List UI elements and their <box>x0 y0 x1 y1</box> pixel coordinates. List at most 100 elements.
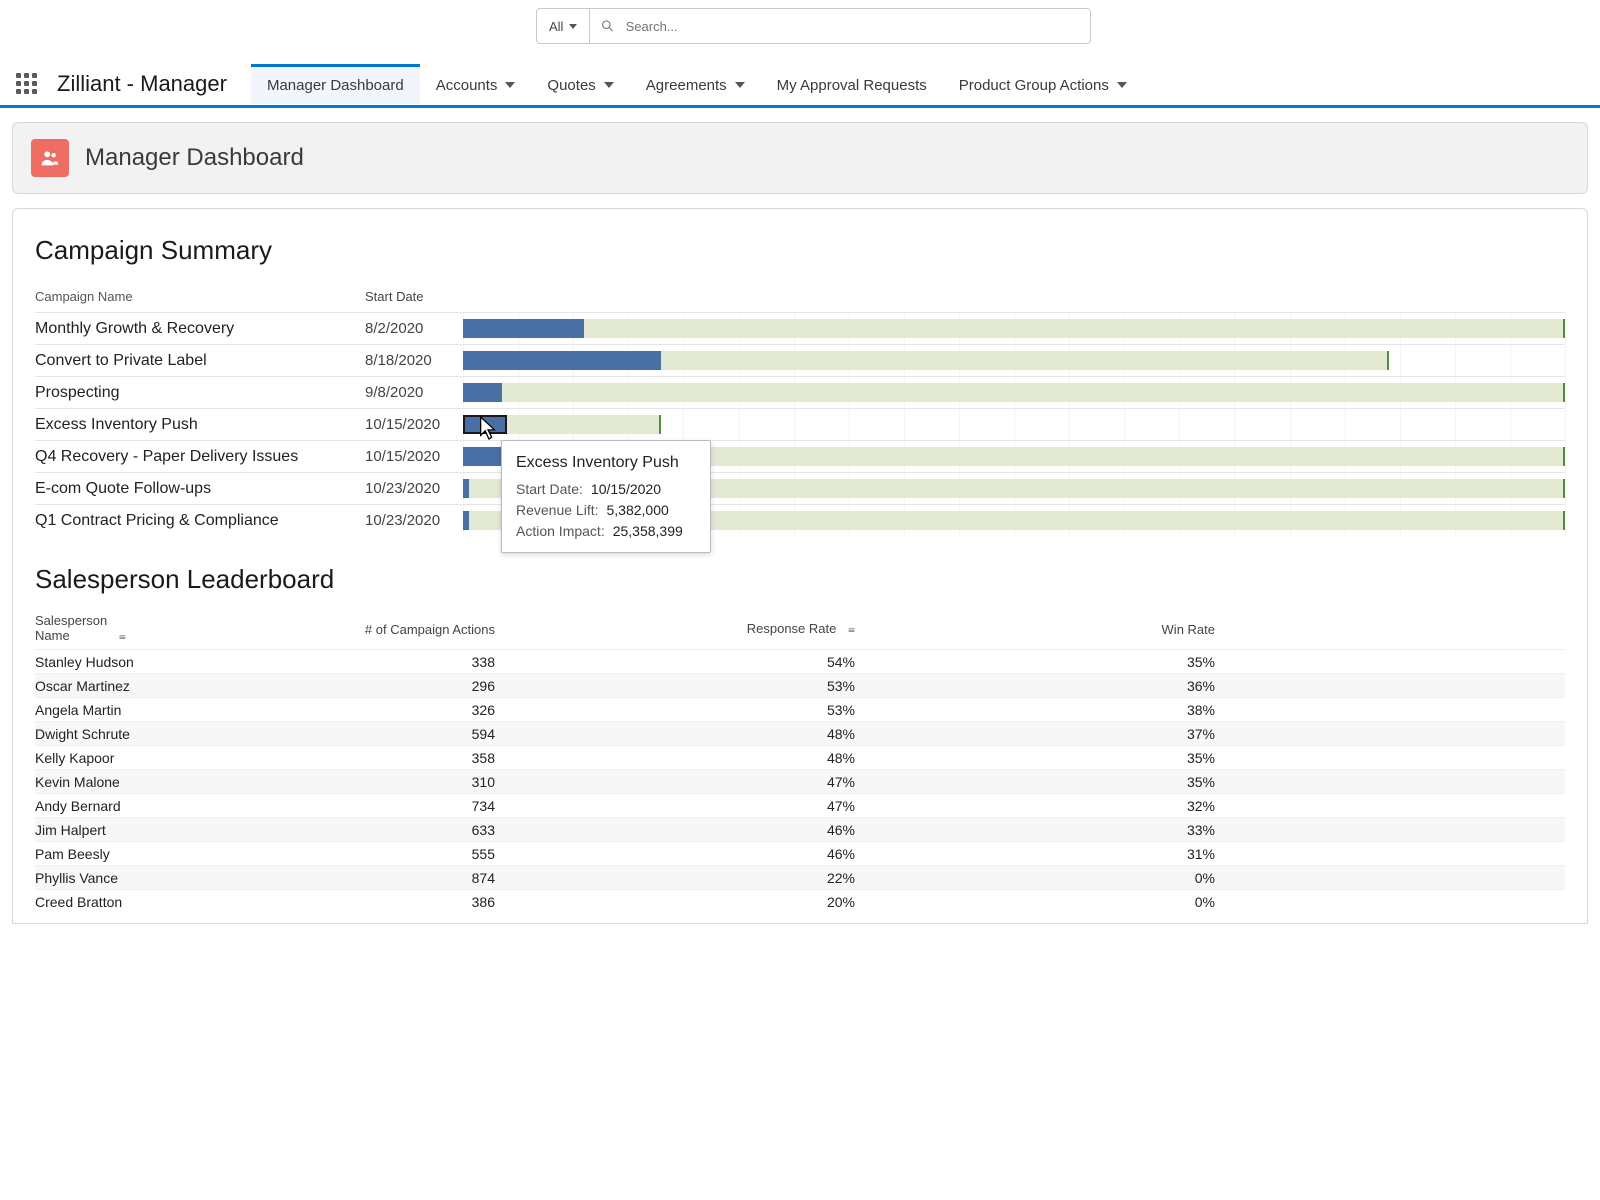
win-rate: 33% <box>915 822 1235 838</box>
campaign-row[interactable]: E-com Quote Follow-ups10/23/2020 <box>35 472 1565 504</box>
campaign-date: 10/15/2020 <box>365 416 463 433</box>
campaign-actions-count: 874 <box>335 870 595 886</box>
campaign-actions-count: 734 <box>335 798 595 814</box>
campaign-bar[interactable] <box>463 345 1565 376</box>
campaign-actions-count: 555 <box>335 846 595 862</box>
col-response-rate[interactable]: Response Rate <box>595 621 915 637</box>
nav-tab-manager-dashboard[interactable]: Manager Dashboard <box>251 64 420 104</box>
campaign-row[interactable]: Q1 Contract Pricing & Compliance10/23/20… <box>35 504 1565 536</box>
campaign-name: Prospecting <box>35 384 365 402</box>
win-rate: 35% <box>915 774 1235 790</box>
campaign-name: Monthly Growth & Recovery <box>35 320 365 338</box>
tooltip-title: Excess Inventory Push <box>516 451 696 475</box>
win-rate: 0% <box>915 894 1235 910</box>
col-win-rate[interactable]: Win Rate <box>915 622 1235 637</box>
nav-tab-my-approval-requests[interactable]: My Approval Requests <box>761 64 943 104</box>
campaign-tooltip: Excess Inventory Push Start Date:10/15/2… <box>501 440 711 553</box>
salesperson-name: Stanley Hudson <box>35 654 335 670</box>
salesperson-name: Kevin Malone <box>35 774 335 790</box>
app-title: Zilliant - Manager <box>57 71 227 97</box>
nav-tab-agreements[interactable]: Agreements <box>630 64 761 104</box>
leaderboard-row[interactable]: Phyllis Vance87422%0% <box>35 865 1565 889</box>
campaign-actions-count: 594 <box>335 726 595 742</box>
leaderboard-row[interactable]: Kelly Kapoor35848%35% <box>35 745 1565 769</box>
chevron-down-icon <box>505 82 515 88</box>
campaign-header-row: Campaign Name Start Date <box>35 280 1565 312</box>
win-rate: 31% <box>915 846 1235 862</box>
salesperson-name: Creed Bratton <box>35 894 335 910</box>
chevron-down-icon <box>735 82 745 88</box>
nav-tab-accounts[interactable]: Accounts <box>420 64 532 104</box>
leaderboard-row[interactable]: Angela Martin32653%38% <box>35 697 1565 721</box>
leaderboard-row[interactable]: Pam Beesly55546%31% <box>35 841 1565 865</box>
col-header-name[interactable]: Campaign Name <box>35 289 365 304</box>
win-rate: 36% <box>915 678 1235 694</box>
campaign-row[interactable]: Prospecting9/8/2020 <box>35 376 1565 408</box>
tooltip-row: Start Date:10/15/2020 <box>516 479 696 500</box>
bar-fill <box>463 319 584 338</box>
col-header-date[interactable]: Start Date <box>365 289 463 304</box>
response-rate: 48% <box>595 726 915 742</box>
win-rate: 38% <box>915 702 1235 718</box>
people-icon <box>31 139 69 177</box>
col-salesperson-name[interactable]: Salesperson Name <box>35 614 335 643</box>
col-campaign-actions[interactable]: # of Campaign Actions <box>335 622 595 637</box>
search-input[interactable] <box>626 19 1081 34</box>
win-rate: 35% <box>915 750 1235 766</box>
nav-tab-product-group-actions[interactable]: Product Group Actions <box>943 64 1143 104</box>
campaign-actions-count: 358 <box>335 750 595 766</box>
salesperson-name: Angela Martin <box>35 702 335 718</box>
campaign-bar[interactable] <box>463 313 1565 344</box>
tooltip-row: Action Impact:25,358,399 <box>516 521 696 542</box>
response-rate: 46% <box>595 822 915 838</box>
search-scope-label: All <box>549 19 563 34</box>
search-icon <box>600 18 615 34</box>
global-search: All <box>536 8 1091 44</box>
bar-track <box>463 319 1565 338</box>
leaderboard-row[interactable]: Kevin Malone31047%35% <box>35 769 1565 793</box>
leaderboard-row[interactable]: Stanley Hudson33854%35% <box>35 649 1565 673</box>
app-launcher-icon[interactable] <box>16 73 37 94</box>
campaign-actions-count: 633 <box>335 822 595 838</box>
sort-icon <box>119 629 126 644</box>
win-rate: 35% <box>915 654 1235 670</box>
leaderboard-header: Salesperson Name # of Campaign Actions R… <box>35 609 1565 649</box>
campaign-bar[interactable] <box>463 377 1565 408</box>
leaderboard-row[interactable]: Oscar Martinez29653%36% <box>35 673 1565 697</box>
campaign-summary-title: Campaign Summary <box>35 235 1565 266</box>
leaderboard-row[interactable]: Jim Halpert63346%33% <box>35 817 1565 841</box>
top-bar: All <box>0 0 1600 44</box>
chevron-down-icon <box>569 24 577 29</box>
campaign-actions-count: 326 <box>335 702 595 718</box>
leaderboard-title: Salesperson Leaderboard <box>35 564 1565 595</box>
response-rate: 20% <box>595 894 915 910</box>
salesperson-name: Andy Bernard <box>35 798 335 814</box>
search-box <box>590 9 1090 43</box>
search-scope-dropdown[interactable]: All <box>537 9 590 43</box>
sort-icon <box>848 622 855 637</box>
leaderboard-row[interactable]: Creed Bratton38620%0% <box>35 889 1565 913</box>
response-rate: 46% <box>595 846 915 862</box>
leaderboard-row[interactable]: Andy Bernard73447%32% <box>35 793 1565 817</box>
salesperson-name: Oscar Martinez <box>35 678 335 694</box>
bar-track <box>463 383 1565 402</box>
nav-tab-quotes[interactable]: Quotes <box>531 64 629 104</box>
salesperson-name: Pam Beesly <box>35 846 335 862</box>
response-rate: 47% <box>595 798 915 814</box>
bar-fill <box>463 415 507 434</box>
campaign-bar[interactable] <box>463 409 1565 440</box>
campaign-row[interactable]: Monthly Growth & Recovery8/2/2020 <box>35 312 1565 344</box>
campaign-row[interactable]: Q4 Recovery - Paper Delivery Issues10/15… <box>35 440 1565 472</box>
salesperson-name: Jim Halpert <box>35 822 335 838</box>
campaign-row[interactable]: Convert to Private Label8/18/2020 <box>35 344 1565 376</box>
response-rate: 53% <box>595 678 915 694</box>
campaign-row[interactable]: Excess Inventory Push10/15/2020 <box>35 408 1565 440</box>
campaign-name: Q1 Contract Pricing & Compliance <box>35 512 365 530</box>
campaign-actions-count: 386 <box>335 894 595 910</box>
campaign-actions-count: 338 <box>335 654 595 670</box>
tooltip-row: Revenue Lift:5,382,000 <box>516 500 696 521</box>
content-card: Campaign Summary Campaign Name Start Dat… <box>12 208 1588 924</box>
win-rate: 37% <box>915 726 1235 742</box>
leaderboard-row[interactable]: Dwight Schrute59448%37% <box>35 721 1565 745</box>
response-rate: 47% <box>595 774 915 790</box>
